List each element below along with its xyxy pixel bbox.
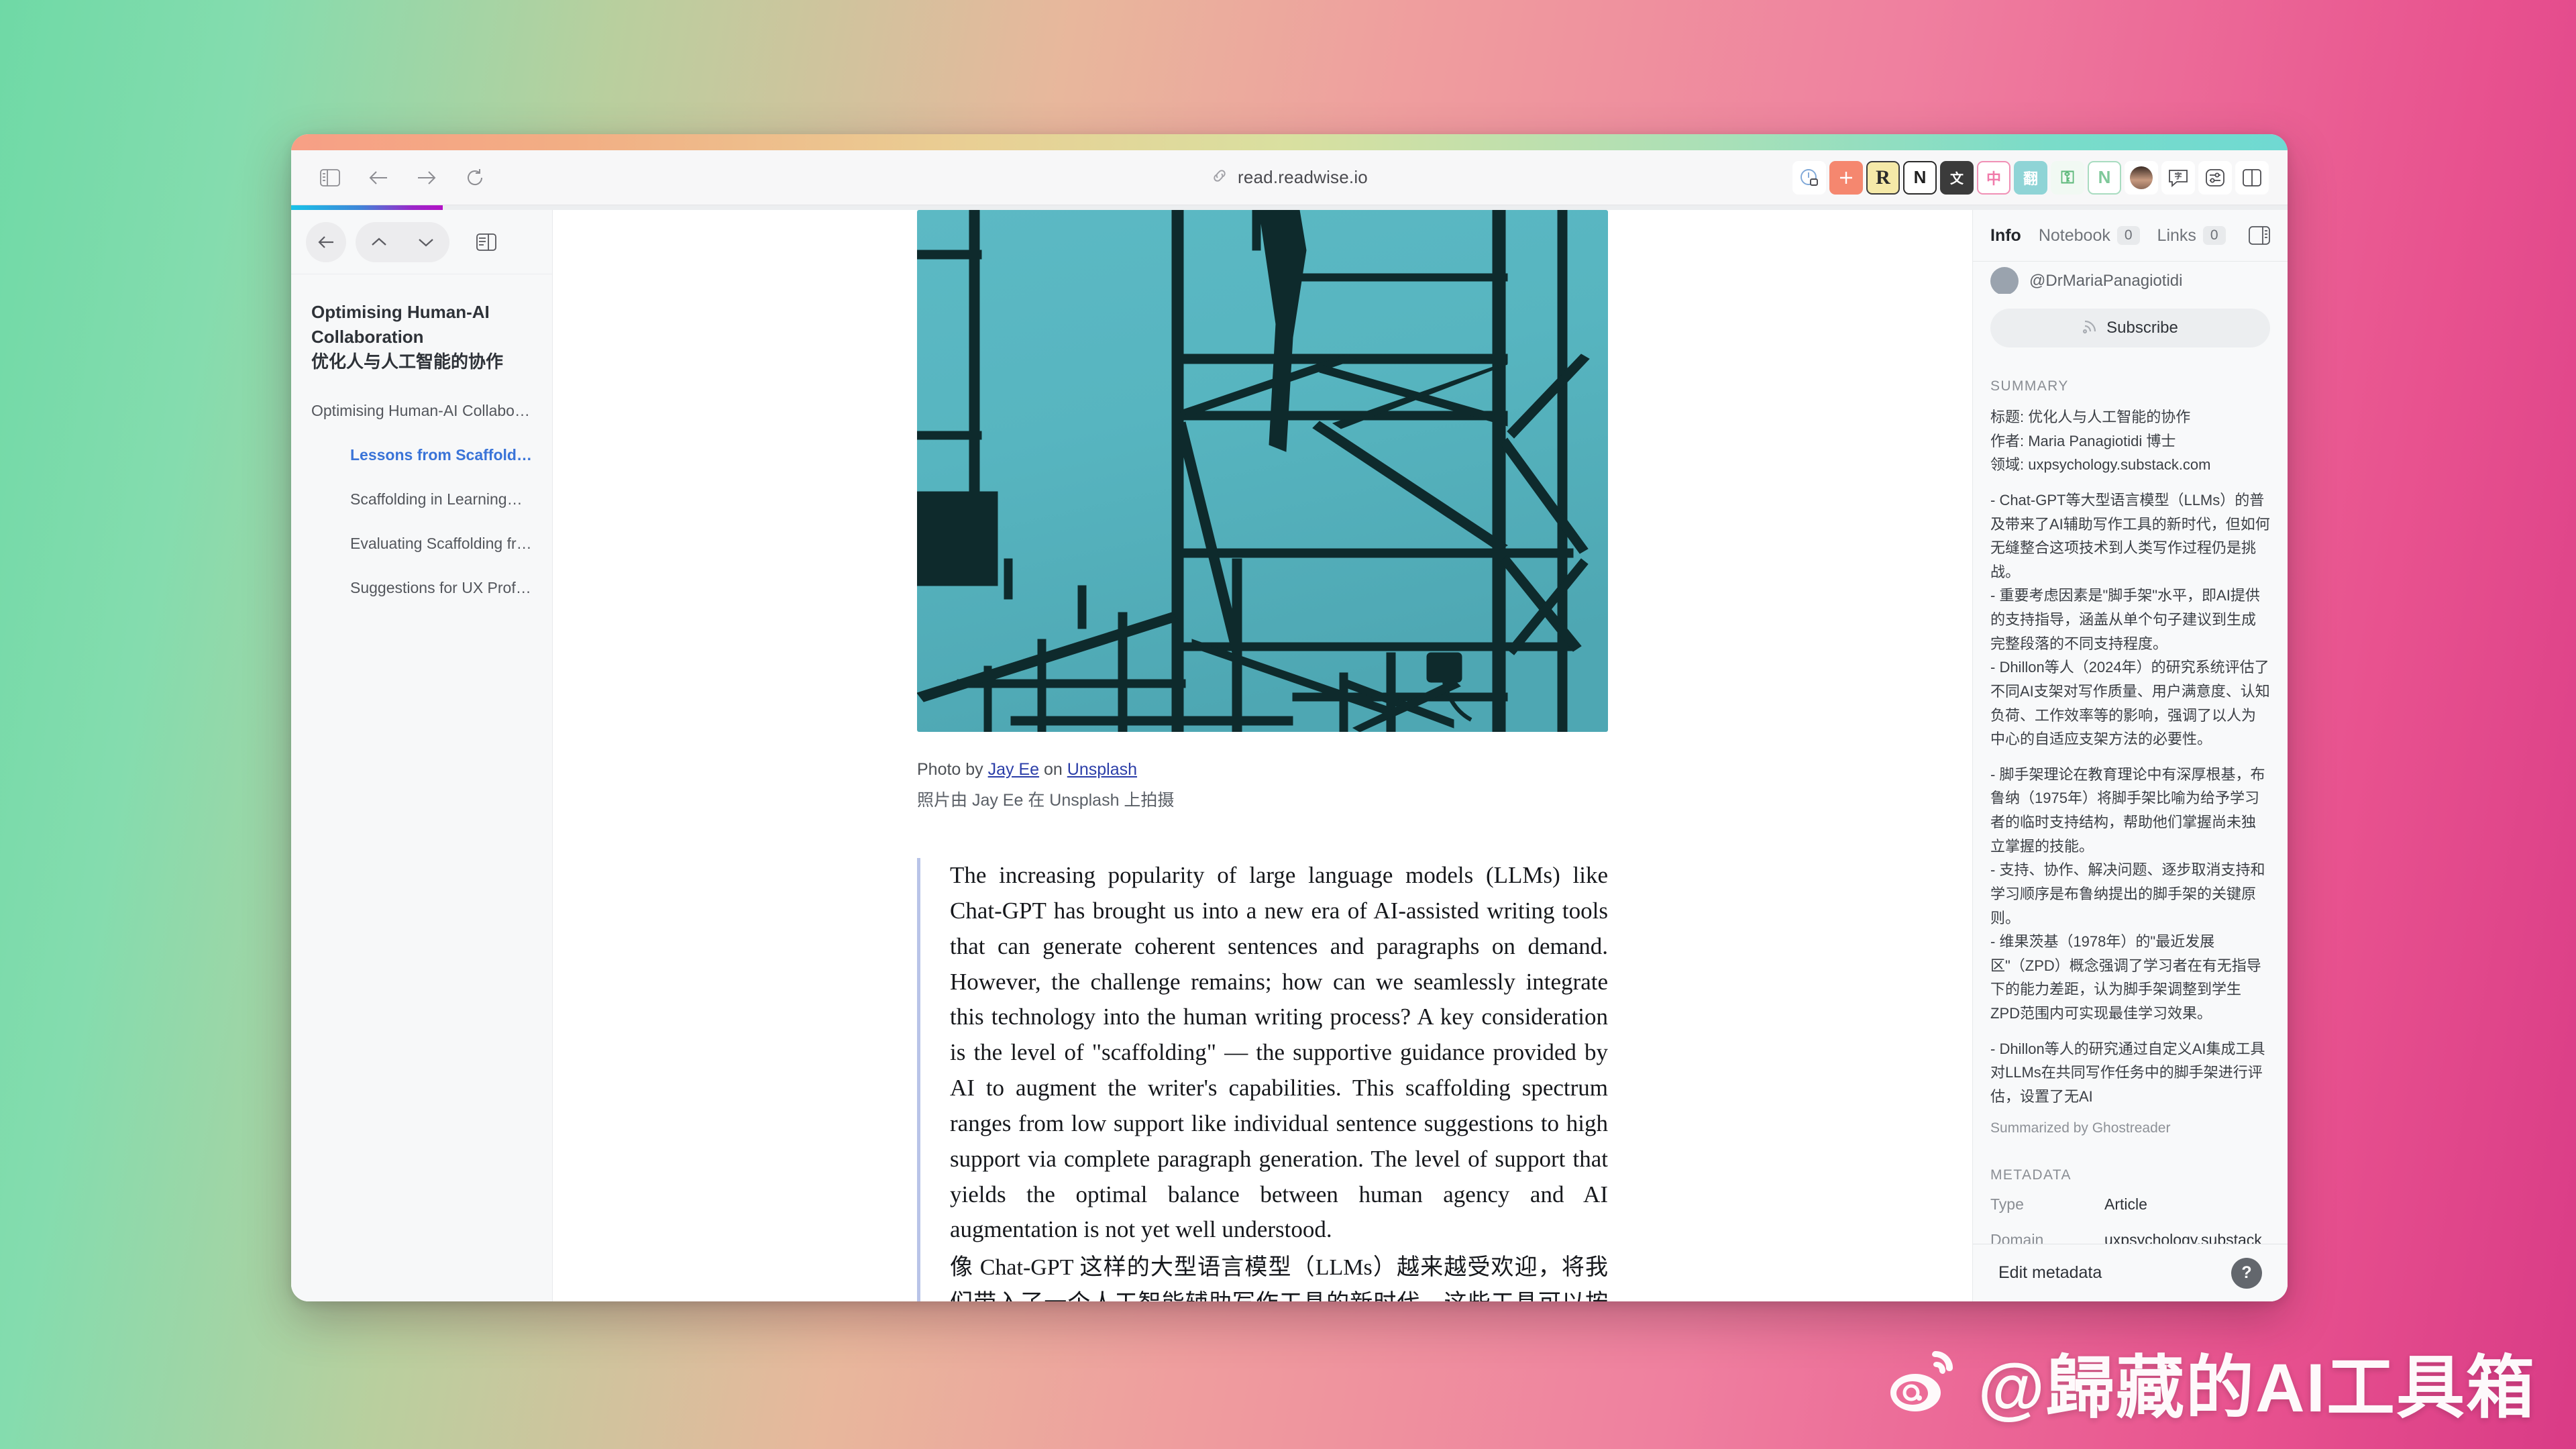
author-row[interactable]: @DrMariaPanagiotidi (1990, 262, 2270, 294)
chinese-dictionary-icon[interactable]: 中 (1977, 160, 2010, 195)
metadata-section-label: METADATA (1990, 1167, 2072, 1183)
edit-metadata-button[interactable]: Edit metadata (1998, 1263, 2102, 1283)
right-panel-toggle-icon[interactable] (2249, 226, 2270, 245)
caption-author-link[interactable]: Jay Ee (988, 760, 1039, 779)
tab-links-label: Links (2157, 225, 2196, 245)
immersive-translate-icon[interactable]: 翻 (2014, 160, 2047, 195)
svg-text:字: 字 (2175, 171, 2182, 180)
hero-figure: Photo by Jay Ee on Unsplash 照片由 Jay Ee 在… (880, 210, 1645, 814)
reload-icon[interactable] (455, 158, 495, 197)
privacy-badger-icon[interactable] (1792, 160, 1826, 195)
scaffolding-photo (917, 210, 1608, 732)
document-title-en: Optimising Human-AI Collaboration (311, 302, 490, 347)
photo-caption: Photo by Jay Ee on Unsplash 照片由 Jay Ee 在… (917, 756, 1608, 814)
toc-item-2[interactable]: Scaffolding in Learning学习中... (311, 488, 532, 510)
tab-notebook-count: 0 (2116, 226, 2140, 245)
sidebar-toolbar (291, 210, 552, 274)
translate-tool-icon[interactable]: 文 (1940, 160, 1974, 195)
metadata-key-type: Type (1990, 1195, 2024, 1213)
notion-icon[interactable]: N (2088, 160, 2121, 195)
article-paragraph-zh: 像 Chat-GPT 这样的大型语言模型（LLMs）越来越受欢迎，将我们带入了一… (950, 1255, 1608, 1301)
summary-paragraph-3: - Dhillon等人的研究通过自定义AI集成工具对LLMs在共同写作任务中的脚… (1990, 1040, 2265, 1105)
link-icon (1211, 167, 1228, 188)
tab-links[interactable]: Links 0 (2157, 226, 2226, 246)
subscribe-button[interactable]: Subscribe (1990, 309, 2270, 347)
metadata-table: Type Article Domain uxpsychology.substac… (1990, 1195, 2270, 1249)
article-body: The increasing popularity of large langu… (917, 858, 1608, 1301)
rss-icon (2082, 318, 2098, 339)
document-title: Optimising Human-AI Collaboration 优化人与人工… (311, 300, 532, 374)
avatar (1990, 267, 2019, 294)
tab-links-count: 0 (2202, 226, 2226, 245)
subtitle-translate-icon[interactable]: 字 (2161, 160, 2195, 195)
tab-info[interactable]: Info (1990, 226, 2021, 246)
toc-item-0[interactable]: Optimising Human-AI Collaboration... (311, 400, 532, 421)
tab-info-label: Info (1990, 225, 2021, 245)
table-of-contents: Optimising Human-AI Collaboration 优化人与人工… (291, 274, 552, 622)
document-title-zh: 优化人与人工智能的协作 (311, 351, 504, 372)
key-icon[interactable]: ⚿ (2051, 160, 2084, 195)
summary-credit: Summarized by Ghostreader (1990, 1120, 2171, 1136)
prev-next-group (356, 221, 449, 262)
caption-mid: on (1039, 760, 1067, 779)
right-panel-scroll[interactable]: @DrMariaPanagiotidi Subscribe SUMMARY 标题… (1973, 261, 2288, 1301)
chevron-down-icon[interactable] (402, 222, 449, 262)
tab-notebook-label: Notebook (2038, 225, 2110, 245)
forward-arrow-icon[interactable] (407, 158, 447, 197)
browser-window: read.readwise.io R N 文 中 翻 ⚿ N 字 Optimis… (291, 134, 2288, 1301)
photo-caption-zh: 照片由 Jay Ee 在 Unsplash 上拍摄 (917, 791, 1175, 810)
split-view-icon[interactable] (2235, 160, 2269, 195)
profile-avatar-icon[interactable] (2125, 160, 2158, 195)
browser-toolbar: read.readwise.io R N 文 中 翻 ⚿ N 字 (291, 150, 2288, 205)
summary-paragraph-2: - 脚手架理论在教育理论中有深厚根基，布鲁纳（1975年）将脚手架比喻为给予学习… (1990, 765, 2265, 1022)
sidebar-toggle-icon[interactable] (310, 158, 350, 197)
summary-paragraph-0: 标题: 优化人与人工智能的协作 作者: Maria Panagiotidi 博士… (1990, 409, 2211, 474)
sidebar-back-button[interactable] (306, 221, 346, 262)
article-scroll-area[interactable]: Photo by Jay Ee on Unsplash 照片由 Jay Ee 在… (553, 210, 1972, 1301)
caption-prefix: Photo by (917, 760, 988, 779)
readwise-icon[interactable]: R (1866, 160, 1900, 195)
toc-item-1[interactable]: Lessons from Scaffolding The... (311, 444, 532, 466)
author-handle: @DrMariaPanagiotidi (2029, 272, 2183, 290)
toolbar-extensions: R N 文 中 翻 ⚿ N 字 (1792, 160, 2269, 195)
weibo-logo-icon (1890, 1350, 1953, 1411)
url-text: read.readwise.io (1238, 167, 1368, 187)
reading-progress-fill (291, 205, 443, 210)
back-arrow-icon[interactable] (358, 158, 398, 197)
reading-progress-bar (291, 205, 2288, 210)
caption-source-link[interactable]: Unsplash (1067, 760, 1137, 779)
summary-body: 标题: 优化人与人工智能的协作 作者: Maria Panagiotidi 博士… (1990, 405, 2270, 1136)
subscribe-label: Subscribe (2106, 319, 2178, 337)
sidebar-panel-icon[interactable] (468, 224, 504, 260)
watermark-text: @歸藏的AI工具箱 (1978, 1350, 2536, 1426)
summary-section-label: SUMMARY (1990, 378, 2069, 394)
toc-item-3[interactable]: Evaluating Scaffolding from LL... (311, 533, 532, 554)
right-panel-tabs: Info Notebook 0 Links 0 (1973, 210, 2288, 261)
settings-sliders-icon[interactable] (2198, 160, 2232, 195)
window-accent-bar (291, 134, 2288, 150)
tab-notebook[interactable]: Notebook 0 (2039, 226, 2140, 246)
toolbar-nav-group (310, 158, 495, 197)
page-body: Optimising Human-AI Collaboration 优化人与人工… (291, 210, 2288, 1301)
left-sidebar: Optimising Human-AI Collaboration 优化人与人工… (291, 210, 553, 1301)
help-button[interactable]: ? (2231, 1257, 2262, 1289)
notion-web-clipper-icon[interactable]: N (1903, 160, 1937, 195)
metadata-row-type: Type Article (1990, 1195, 2270, 1214)
summary-paragraph-1: - Chat-GPT等大型语言模型（LLMs）的普及带来了AI辅助写作工具的新时… (1990, 491, 2270, 748)
article-content: Photo by Jay Ee on Unsplash 照片由 Jay Ee 在… (880, 210, 1645, 1301)
right-info-panel: Info Notebook 0 Links 0 @DrMariaPanagiot… (1972, 210, 2288, 1301)
edit-metadata-bar: Edit metadata ? (1973, 1244, 2288, 1301)
watermark: @歸藏的AI工具箱 (1884, 1333, 2536, 1432)
article-paragraph-en: The increasing popularity of large langu… (950, 862, 1608, 1243)
chevron-up-icon[interactable] (356, 222, 402, 262)
metadata-value-type: Article (2104, 1195, 2147, 1213)
add-extension-icon[interactable] (1829, 160, 1863, 195)
address-bar-pill[interactable]: read.readwise.io (1196, 163, 1383, 192)
toc-item-4[interactable]: Suggestions for UX Profession... (311, 577, 532, 598)
